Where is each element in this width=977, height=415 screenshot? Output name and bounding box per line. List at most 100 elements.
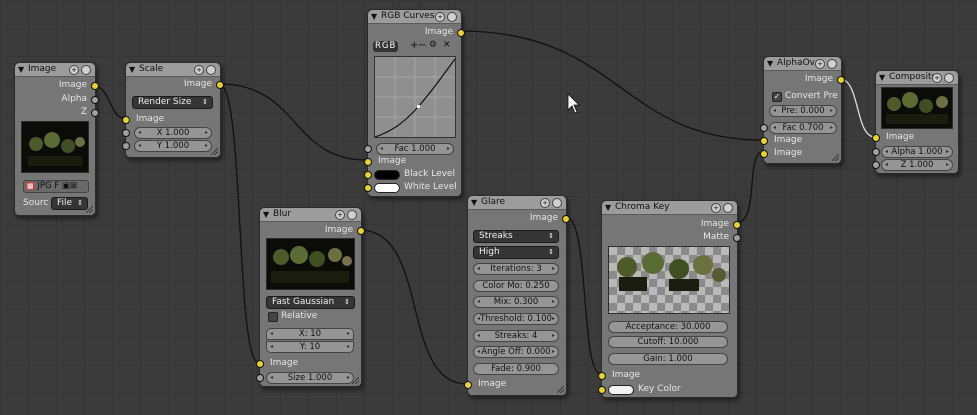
collapse-icon[interactable]: ▼ — [263, 208, 269, 221]
relative-checkbox[interactable] — [268, 312, 278, 322]
composite-node-header[interactable]: ▼ Composite + — [876, 71, 958, 85]
hide-icon[interactable] — [81, 65, 91, 75]
input-fac-socket[interactable] — [760, 124, 768, 132]
resize-grip-icon[interactable] — [211, 148, 218, 155]
composite-alpha-field[interactable]: ◂ Alpha 1.000 ▸ — [881, 146, 953, 158]
input-image-socket[interactable] — [872, 134, 880, 142]
resize-grip-icon[interactable] — [832, 154, 839, 161]
fake-user-button[interactable]: F — [54, 181, 59, 191]
collapse-icon[interactable]: ▼ — [471, 196, 477, 209]
resize-grip-icon[interactable] — [557, 386, 564, 393]
scale-node-header[interactable]: ▼ Scale + — [126, 63, 220, 77]
image-file-selector[interactable]: ▦ JPG F ▣⊠ — [23, 180, 89, 193]
channel-rgb-tab[interactable]: RGB — [375, 41, 396, 51]
image-node-header[interactable]: ▼ Image + — [15, 63, 95, 77]
glare-node[interactable]: ▼ Glare + Image Streaks ⇕ High ⇕ ◂ Iteration… — [464, 195, 570, 396]
color-modulation-field[interactable]: Color Mo: 0.250 — [473, 280, 559, 292]
collapse-icon[interactable]: ▼ — [129, 63, 135, 76]
preview-toggle-icon[interactable]: + — [69, 65, 79, 75]
iterations-field[interactable]: ◂ Iterations: 3 ▸ — [473, 263, 559, 275]
preview-toggle-icon[interactable]: + — [194, 65, 204, 75]
blur-node-header[interactable]: ▼ Blur + — [260, 208, 361, 222]
premul-field[interactable]: ◂ Pre: 0.000 ▸ — [769, 105, 837, 117]
clear-curve-icon[interactable]: ✕ — [443, 40, 451, 50]
input-image-socket[interactable] — [598, 372, 606, 380]
input-white-level-socket[interactable] — [364, 184, 372, 192]
scale-mode-dropdown[interactable]: Render Size ⇕ — [132, 96, 213, 109]
preview-toggle-icon[interactable]: + — [815, 59, 825, 69]
source-dropdown[interactable]: File ⇕ — [51, 197, 88, 210]
chroma-key-node-header[interactable]: ▼ Chroma Key + — [602, 201, 737, 215]
mix-field[interactable]: ◂ Mix: 0.300 ▸ — [473, 296, 559, 308]
preview-toggle-icon[interactable]: + — [711, 203, 721, 213]
input-image2-socket[interactable] — [760, 150, 768, 158]
white-level-swatch[interactable] — [374, 183, 400, 193]
gain-field[interactable]: Gain: 1.000 — [608, 353, 728, 365]
output-image-socket[interactable] — [457, 29, 465, 37]
resize-grip-icon[interactable] — [86, 206, 93, 213]
collapse-icon[interactable]: ▼ — [767, 57, 773, 70]
hide-icon[interactable] — [206, 65, 216, 75]
input-image-socket[interactable] — [464, 381, 472, 389]
output-image-socket[interactable] — [91, 82, 99, 90]
angle-offset-field[interactable]: ◂ Angle Off: 0.000 ▸ — [473, 346, 559, 358]
input-x-socket[interactable] — [122, 129, 130, 137]
alpha-over-fac-field[interactable]: ◂ Fac 0.700 ▸ — [769, 122, 837, 134]
input-image1-socket[interactable] — [760, 137, 768, 145]
collapse-icon[interactable]: ▼ — [371, 10, 377, 23]
curve-graph[interactable] — [374, 56, 456, 138]
scale-y-field[interactable]: ◂ Y 1.000 ▸ — [134, 140, 212, 152]
convert-premul-checkbox[interactable]: ✓ — [772, 92, 782, 102]
blur-type-dropdown[interactable]: Fast Gaussian ⇕ — [266, 296, 355, 309]
scale-x-field[interactable]: ◂ X 1.000 ▸ — [134, 127, 212, 139]
zoom-out-icon[interactable]: − — [418, 40, 426, 51]
input-y-socket[interactable] — [122, 142, 130, 150]
output-image-socket[interactable] — [733, 221, 741, 229]
unlink-icon[interactable]: ⊠ — [70, 181, 77, 191]
preview-toggle-icon[interactable]: + — [435, 12, 445, 22]
input-image-socket[interactable] — [256, 360, 264, 368]
hide-icon[interactable] — [944, 73, 954, 83]
preview-toggle-icon[interactable]: + — [335, 210, 345, 220]
output-alpha-socket[interactable] — [91, 96, 99, 104]
blur-y-field[interactable]: ◂ Y: 10 ▸ — [266, 341, 354, 353]
acceptance-field[interactable]: Acceptance: 30.000 — [608, 321, 728, 333]
composite-z-field[interactable]: ◂ Z 1.000 ▸ — [881, 159, 953, 171]
cutoff-field[interactable]: Cutoff: 10.000 — [608, 336, 728, 348]
glare-type-dropdown[interactable]: Streaks ⇕ — [473, 230, 559, 243]
input-key-color-socket[interactable] — [598, 386, 606, 394]
preview-toggle-icon[interactable]: + — [932, 73, 942, 83]
key-color-swatch[interactable] — [608, 385, 634, 395]
input-size-socket[interactable] — [256, 374, 264, 382]
image-browse-icon[interactable]: ▦ — [26, 182, 35, 190]
input-z-socket[interactable] — [872, 161, 880, 169]
fade-field[interactable]: Fade: 0.900 — [473, 363, 559, 375]
output-image-socket[interactable] — [837, 76, 845, 84]
hide-icon[interactable] — [447, 12, 457, 22]
output-image-socket[interactable] — [357, 227, 365, 235]
output-z-socket[interactable] — [91, 109, 99, 117]
scale-node[interactable]: ▼ Scale + Image Render Size ⇕ Image ◂ X 1.0… — [122, 62, 224, 158]
hide-icon[interactable] — [552, 198, 562, 208]
alpha-over-node-header[interactable]: ▼ AlphaOv + — [764, 57, 841, 71]
fac-field[interactable]: ◂ Fac 1.000 ▸ — [376, 143, 454, 155]
output-image-socket[interactable] — [562, 215, 570, 223]
curve-channel-tabs[interactable]: RGB — [373, 41, 399, 52]
input-fac-socket[interactable] — [364, 145, 372, 153]
blur-size-field[interactable]: ◂ Size 1.000 ▸ — [266, 372, 354, 384]
input-image-socket[interactable] — [364, 158, 372, 166]
curve-tools-icon[interactable]: ⚙ — [429, 40, 437, 50]
output-image-socket[interactable] — [216, 81, 224, 89]
input-image-socket[interactable] — [122, 116, 130, 124]
preview-toggle-icon[interactable]: + — [540, 198, 550, 208]
hide-icon[interactable] — [347, 210, 357, 220]
rgb-curves-node-header[interactable]: ▼ RGB Curves + — [368, 10, 461, 24]
output-matte-socket[interactable] — [733, 234, 741, 242]
glare-quality-dropdown[interactable]: High ⇕ — [473, 246, 559, 259]
glare-node-header[interactable]: ▼ Glare + — [468, 196, 566, 210]
input-alpha-socket[interactable] — [872, 148, 880, 156]
black-level-swatch[interactable] — [374, 170, 400, 180]
blur-x-field[interactable]: ◂ X: 10 ▸ — [266, 328, 354, 340]
composite-node[interactable]: ▼ Composite + Image ◂ Alpha 1.000 ▸ ◂ Z 1.00… — [872, 70, 959, 174]
alpha-over-node[interactable]: ▼ AlphaOv + Image ✓ Convert Pre ◂ Pre: 0.0… — [760, 56, 845, 164]
